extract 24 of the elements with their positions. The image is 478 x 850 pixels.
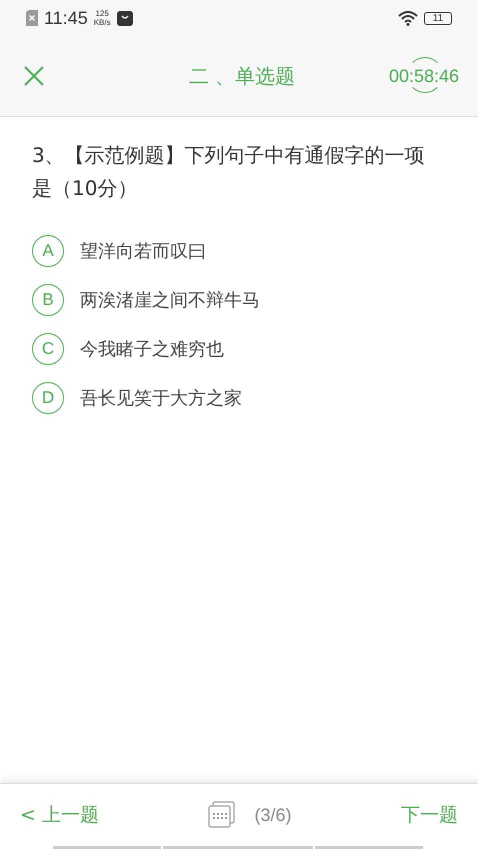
speed-value: 125 <box>95 9 109 18</box>
section-title: 二 、单选题 <box>188 62 296 90</box>
answer-option[interactable]: A 望洋向若而叹曰 <box>32 235 442 267</box>
wifi-icon <box>398 10 418 26</box>
option-letter: D <box>32 382 64 414</box>
countdown-timer: 00:58:46 <box>388 56 460 96</box>
option-letter: B <box>32 284 64 316</box>
sim-icon <box>26 10 38 26</box>
option-text: 两涘渚崖之间不辩牛马 <box>80 289 260 312</box>
answer-sheet-icon[interactable] <box>208 801 236 829</box>
answer-option[interactable]: B 两涘渚崖之间不辩牛马 <box>32 284 442 316</box>
battery-indicator: 11 <box>424 12 452 24</box>
status-time: 11:45 <box>44 8 88 28</box>
question-text: 3、【示范例题】下列句子中有通假字的一项是（10分） <box>32 142 426 202</box>
speed-unit: KB/s <box>94 18 111 27</box>
close-icon[interactable] <box>24 66 44 86</box>
option-letter: A <box>32 235 64 267</box>
option-text: 望洋向若而叹曰 <box>80 240 206 263</box>
option-letter: C <box>32 333 64 365</box>
option-text: 吾长见笑于大方之家 <box>80 387 242 410</box>
answer-option[interactable]: C 今我睹子之难穷也 <box>32 333 442 365</box>
bag-icon <box>116 10 133 26</box>
answer-option[interactable]: D 吾长见笑于大方之家 <box>32 382 442 414</box>
option-text: 今我睹子之难穷也 <box>80 338 224 361</box>
